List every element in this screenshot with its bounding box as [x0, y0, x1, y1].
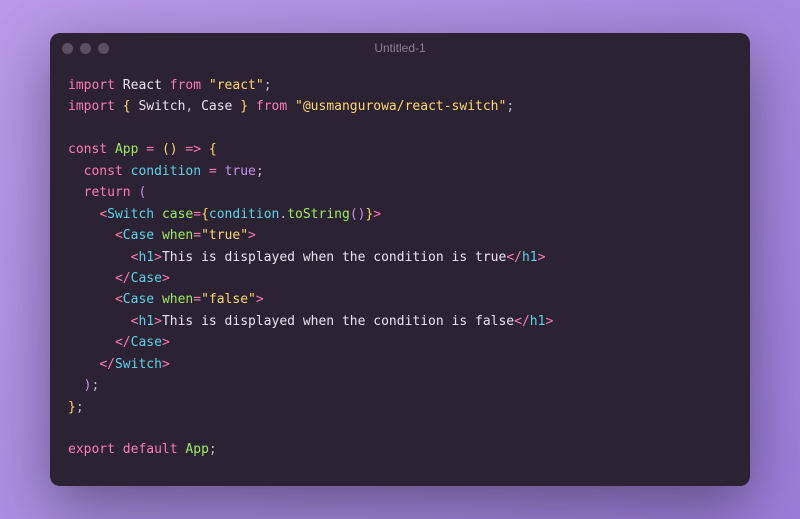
text-content: This is displayed when the condition is …: [162, 250, 506, 265]
tag-open: </: [99, 357, 115, 372]
tag-name: Case: [131, 271, 162, 286]
attribute: when: [162, 228, 193, 243]
keyword: from: [170, 78, 201, 93]
tag-name: Case: [123, 228, 154, 243]
identifier: Switch: [138, 99, 185, 114]
brace: {: [123, 99, 131, 114]
tag-close: >: [248, 228, 256, 243]
window-title: Untitled-1: [50, 41, 750, 55]
brace: }: [68, 400, 76, 415]
paren: ): [170, 142, 178, 157]
brace: {: [209, 142, 217, 157]
keyword: import: [68, 78, 115, 93]
keyword: const: [84, 164, 123, 179]
tag-name: Switch: [115, 357, 162, 372]
brace: {: [201, 207, 209, 222]
punct: .: [279, 207, 287, 222]
tag-close: >: [162, 335, 170, 350]
tag-name: Case: [131, 335, 162, 350]
identifier: Case: [201, 99, 232, 114]
text-content: This is displayed when the condition is …: [162, 314, 514, 329]
operator: =: [146, 142, 154, 157]
tag-name: h1: [522, 250, 538, 265]
operator: =: [209, 164, 217, 179]
paren: (: [162, 142, 170, 157]
keyword: default: [123, 442, 178, 457]
tag-open: </: [115, 335, 131, 350]
punct: ;: [76, 400, 84, 415]
tag-close: >: [162, 357, 170, 372]
operator: =: [193, 228, 201, 243]
close-icon[interactable]: [62, 43, 73, 54]
titlebar: Untitled-1: [50, 33, 750, 63]
operator: =: [193, 207, 201, 222]
variable: condition: [131, 164, 201, 179]
operator: =>: [185, 142, 201, 157]
punct: ,: [185, 99, 193, 114]
tag-name: h1: [138, 250, 154, 265]
tag-close: >: [373, 207, 381, 222]
attribute: case: [162, 207, 193, 222]
variable: condition: [209, 207, 279, 222]
tag-close: >: [545, 314, 553, 329]
tag-close: >: [256, 292, 264, 307]
tag-open: </: [514, 314, 530, 329]
tag-name: Case: [123, 292, 154, 307]
method: toString: [287, 207, 350, 222]
keyword: export: [68, 442, 115, 457]
minimize-icon[interactable]: [80, 43, 91, 54]
editor-window: Untitled-1 import React from "react"; im…: [50, 33, 750, 486]
keyword: import: [68, 99, 115, 114]
tag-open: </: [115, 271, 131, 286]
tag-open: </: [506, 250, 522, 265]
keyword: const: [68, 142, 107, 157]
tag-name: Switch: [107, 207, 154, 222]
string: "@usmangurowa/react-switch": [295, 99, 506, 114]
operator: =: [193, 292, 201, 307]
brace: }: [240, 99, 248, 114]
paren: (: [138, 185, 146, 200]
tag-open: <: [115, 292, 123, 307]
keyword: from: [256, 99, 287, 114]
punct: ;: [91, 378, 99, 393]
tag-open: <: [115, 228, 123, 243]
maximize-icon[interactable]: [98, 43, 109, 54]
string: "react": [209, 78, 264, 93]
paren: (: [350, 207, 358, 222]
boolean: true: [225, 164, 256, 179]
string: "true": [201, 228, 248, 243]
identifier: App: [185, 442, 208, 457]
tag-name: h1: [138, 314, 154, 329]
tag-close: >: [538, 250, 546, 265]
traffic-lights: [62, 43, 109, 54]
punct: ;: [256, 164, 264, 179]
function-name: App: [115, 142, 138, 157]
punct: ;: [506, 99, 514, 114]
punct: ;: [209, 442, 217, 457]
tag-close: >: [154, 250, 162, 265]
punct: ;: [264, 78, 272, 93]
tag-name: h1: [530, 314, 546, 329]
identifier: React: [123, 78, 162, 93]
keyword: return: [84, 185, 131, 200]
string: "false": [201, 292, 256, 307]
code-editor[interactable]: import React from "react"; import { Swit…: [50, 63, 750, 486]
tag-close: >: [162, 271, 170, 286]
attribute: when: [162, 292, 193, 307]
tag-open: <: [99, 207, 107, 222]
tag-close: >: [154, 314, 162, 329]
